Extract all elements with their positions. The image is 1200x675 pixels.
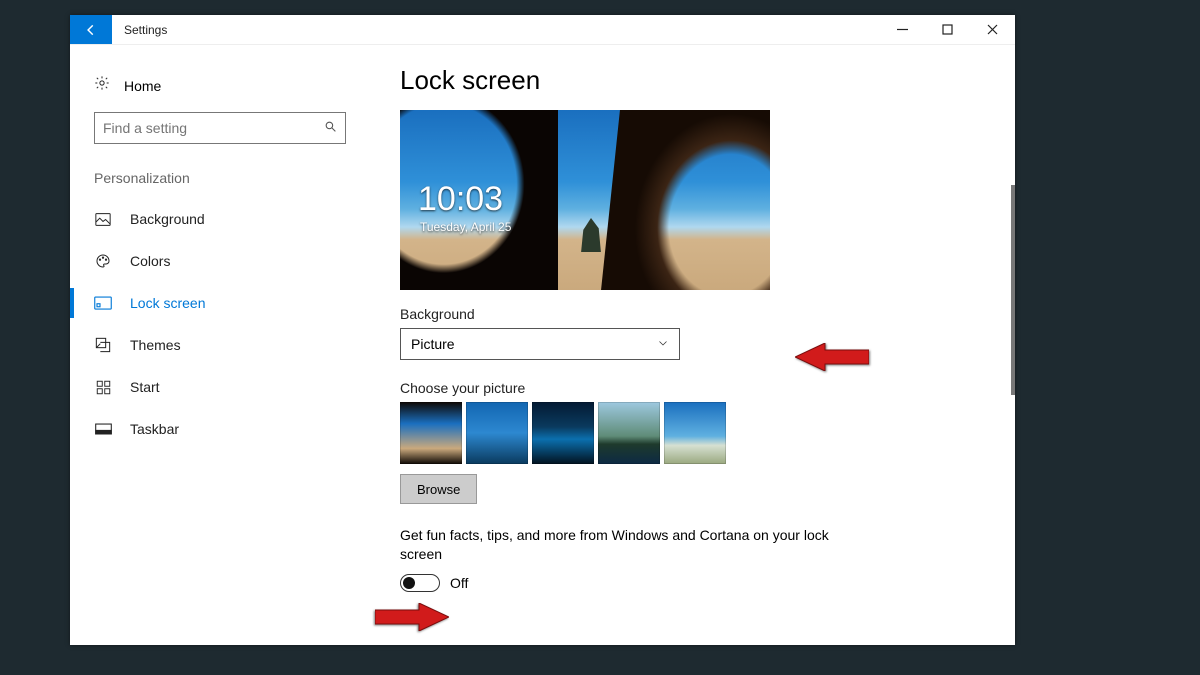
picture-thumbnails <box>400 402 1015 464</box>
choose-picture-label: Choose your picture <box>400 380 1015 396</box>
sidebar-item-label: Themes <box>130 337 181 353</box>
search-icon <box>324 120 337 136</box>
close-button[interactable] <box>970 15 1015 44</box>
browse-button[interactable]: Browse <box>400 474 477 504</box>
palette-icon <box>94 253 112 269</box>
scrollbar[interactable] <box>1011 185 1015 395</box>
window-title: Settings <box>112 15 179 44</box>
sidebar-item-label: Taskbar <box>130 421 179 437</box>
background-dropdown[interactable]: Picture <box>400 328 680 360</box>
main-pane: Lock screen 10:03 Tuesday, April 25 Back… <box>370 45 1015 645</box>
titlebar: Settings <box>70 15 1015 45</box>
page-title: Lock screen <box>400 65 1015 96</box>
arrow-left-icon <box>84 23 98 37</box>
picture-thumbnail[interactable] <box>400 402 462 464</box>
tips-toggle-state: Off <box>450 575 468 591</box>
sidebar-item-label: Lock screen <box>130 295 205 311</box>
maximize-button[interactable] <box>925 15 970 44</box>
sidebar: Home Personalization Background Color <box>70 45 370 645</box>
tips-toggle[interactable] <box>400 574 440 592</box>
sidebar-item-label: Background <box>130 211 205 227</box>
minimize-icon <box>897 24 908 35</box>
settings-window: Settings Home Persona <box>70 15 1015 645</box>
start-icon <box>94 380 112 395</box>
home-label: Home <box>124 78 161 94</box>
back-button[interactable] <box>70 15 112 44</box>
maximize-icon <box>942 24 953 35</box>
sidebar-item-label: Colors <box>130 253 170 269</box>
lock-screen-preview: 10:03 Tuesday, April 25 <box>400 110 770 290</box>
tips-label: Get fun facts, tips, and more from Windo… <box>400 526 830 564</box>
picture-thumbnail[interactable] <box>598 402 660 464</box>
picture-thumbnail[interactable] <box>466 402 528 464</box>
gear-icon <box>94 75 110 96</box>
themes-icon <box>94 337 112 353</box>
dropdown-value: Picture <box>411 336 455 352</box>
picture-thumbnail[interactable] <box>532 402 594 464</box>
search-field[interactable] <box>103 120 324 136</box>
search-input[interactable] <box>94 112 346 144</box>
background-label: Background <box>400 306 1015 322</box>
home-link[interactable]: Home <box>70 69 370 112</box>
preview-date: Tuesday, April 25 <box>420 220 511 234</box>
sidebar-item-taskbar[interactable]: Taskbar <box>70 408 370 450</box>
sidebar-category: Personalization <box>70 170 370 198</box>
sidebar-item-lock-screen[interactable]: Lock screen <box>70 282 370 324</box>
taskbar-icon <box>94 423 112 435</box>
sidebar-item-start[interactable]: Start <box>70 366 370 408</box>
picture-icon <box>94 213 112 226</box>
sidebar-item-colors[interactable]: Colors <box>70 240 370 282</box>
sidebar-item-background[interactable]: Background <box>70 198 370 240</box>
chevron-down-icon <box>657 336 669 352</box>
close-icon <box>987 24 998 35</box>
sidebar-item-label: Start <box>130 379 160 395</box>
minimize-button[interactable] <box>880 15 925 44</box>
picture-thumbnail[interactable] <box>664 402 726 464</box>
sidebar-item-themes[interactable]: Themes <box>70 324 370 366</box>
lock-screen-icon <box>94 296 112 310</box>
preview-time: 10:03 <box>418 180 503 219</box>
